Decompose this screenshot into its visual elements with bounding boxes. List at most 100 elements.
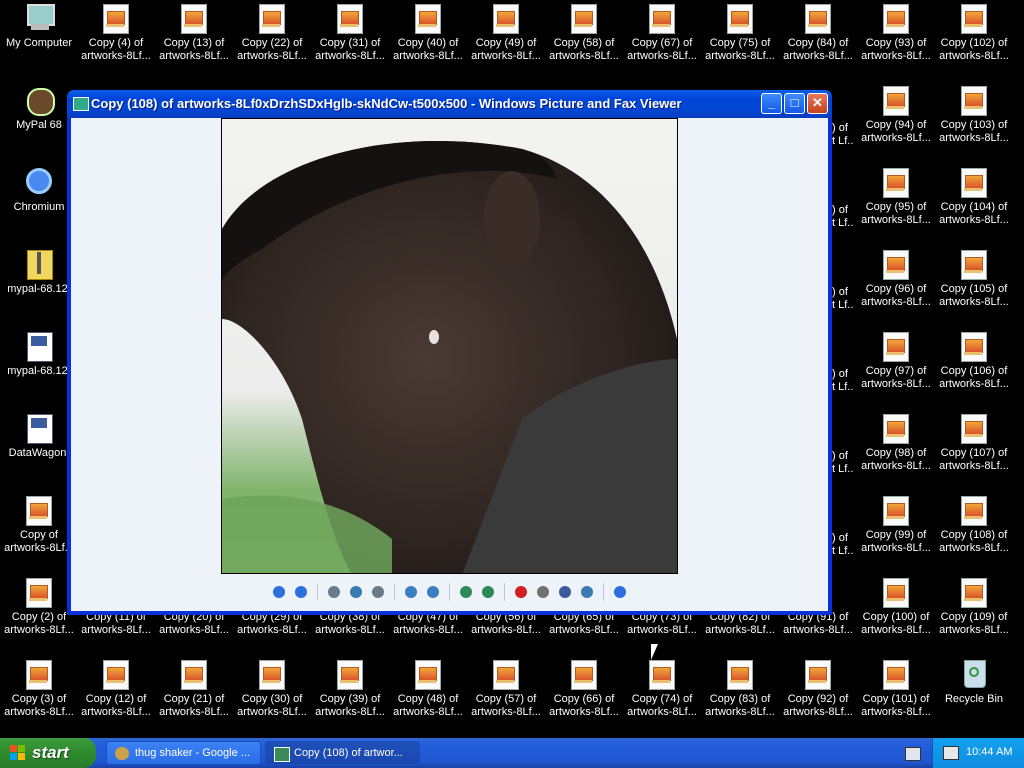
image-file-icon [334, 658, 366, 690]
network-icon[interactable] [943, 746, 959, 760]
desktop-icon-label: Copy (103) of [940, 119, 1008, 131]
displayed-photo [221, 118, 678, 574]
desktop-icon-copy-top-6[interactable]: Copy (58) of artworks-8Lf... [545, 2, 623, 80]
desktop-icon-copy-r1-3[interactable]: Copy (97) of artworks-8Lf... [857, 330, 935, 408]
desktop-icon-copy-top-9[interactable]: Copy (84) of artworks-8Lf... [779, 2, 857, 80]
partially-hidden-icon-label[interactable]: ) oft Lf... [832, 201, 854, 279]
desktop-icon-sublabel: artworks-8Lf... [783, 706, 853, 718]
desktop-icon-sublabel: artworks-8Lf... [705, 624, 775, 636]
desktop-icon-copy-b1-11[interactable]: Copy (109) of artworks-8Lf... [935, 576, 1013, 654]
desktop-icon-copy-r1-4[interactable]: Copy (98) of artworks-8Lf... [857, 412, 935, 490]
minimize-button[interactable]: _ [761, 93, 782, 114]
desktop-icon-copy-b2-9[interactable]: Copy (92) of artworks-8Lf... [779, 658, 857, 736]
title-bar[interactable]: Copy (108) of artworks-8Lf0xDrzhSDxHglb-… [67, 90, 832, 118]
image-file-icon [958, 330, 990, 362]
desktop-icon-recycle-bin[interactable]: Recycle Bin [935, 658, 1013, 736]
next-image-icon[interactable] [292, 583, 310, 601]
picture-viewer-window[interactable]: Copy (108) of artworks-8Lf0xDrzhSDxHglb-… [67, 90, 832, 615]
desktop-icon-copy-top-7[interactable]: Copy (67) of artworks-8Lf... [623, 2, 701, 80]
image-file-icon [880, 2, 912, 34]
desktop-icon-my-computer[interactable]: My Computer [0, 2, 78, 80]
desktop-icon-copy-r2-1[interactable]: Copy (104) of artworks-8Lf... [935, 166, 1013, 244]
save-icon[interactable] [556, 583, 574, 601]
desktop-icon-label: Copy (74) of [631, 693, 693, 705]
image-file-icon [958, 248, 990, 280]
desktop-icon-copy-top-11[interactable]: Copy (102) of artworks-8Lf... [935, 2, 1013, 80]
desktop-icon-copy-b2-3[interactable]: Copy (39) of artworks-8Lf... [311, 658, 389, 736]
image-file-icon [490, 2, 522, 34]
partially-hidden-icon-label[interactable]: ) oft Lf... [832, 529, 854, 607]
desktop-icon-copy-top-5[interactable]: Copy (49) of artworks-8Lf... [467, 2, 545, 80]
desktop-icon-label: Copy (106) of [940, 365, 1008, 377]
desktop-icon-sublabel: artworks-8Lf... [783, 624, 853, 636]
previous-image-icon[interactable] [270, 583, 288, 601]
delete-icon[interactable] [512, 583, 530, 601]
image-file-icon [490, 658, 522, 690]
partial-label: ) of [832, 286, 848, 298]
desktop-icon-copy-b2-8[interactable]: Copy (83) of artworks-8Lf... [701, 658, 779, 736]
desktop-icon-copy-r2-0[interactable]: Copy (103) of artworks-8Lf... [935, 84, 1013, 162]
desktop-icon-copy-b2-5[interactable]: Copy (57) of artworks-8Lf... [467, 658, 545, 736]
slideshow-icon[interactable] [369, 583, 387, 601]
desktop-icon-copy-r2-5[interactable]: Copy (108) of artworks-8Lf... [935, 494, 1013, 572]
desktop-icon-copy-b2-4[interactable]: Copy (48) of artworks-8Lf... [389, 658, 467, 736]
desktop-icon-copy-b2-2[interactable]: Copy (30) of artworks-8Lf... [233, 658, 311, 736]
clock[interactable]: 10:44 AM [966, 746, 1012, 758]
zoom-out-icon[interactable] [424, 583, 442, 601]
partially-hidden-icon-label[interactable]: ) oft Lf... [832, 283, 854, 361]
edit-icon[interactable] [578, 583, 596, 601]
help-icon[interactable] [611, 583, 629, 601]
desktop-icon-label: Copy (105) of [940, 283, 1008, 295]
rotate-counterclockwise-icon[interactable] [479, 583, 497, 601]
zoom-in-icon[interactable] [402, 583, 420, 601]
taskbar-item-picture-viewer[interactable]: Copy (108) of artwor... [265, 741, 420, 765]
desktop-icon-copy-top-4[interactable]: Copy (40) of artworks-8Lf... [389, 2, 467, 80]
start-button[interactable]: start [0, 738, 96, 768]
desktop-icon-copy-top-1[interactable]: Copy (13) of artworks-8Lf... [155, 2, 233, 80]
desktop-icon-sublabel: artworks-8Lf... [627, 624, 697, 636]
desktop-icon-copy-b2-0[interactable]: Copy (12) of artworks-8Lf... [77, 658, 155, 736]
partial-sublabel: t Lf... [832, 463, 854, 475]
desktop-icon-copy-top-8[interactable]: Copy (75) of artworks-8Lf... [701, 2, 779, 80]
best-fit-icon[interactable] [325, 583, 343, 601]
desktop-icon-copy-b2-10[interactable]: Copy (101) of artworks-8Lf... [857, 658, 935, 736]
desktop-icon-copy-top-3[interactable]: Copy (31) of artworks-8Lf... [311, 2, 389, 80]
partial-label: ) of [832, 450, 848, 462]
desktop-icon-copy-top-2[interactable]: Copy (22) of artworks-8Lf... [233, 2, 311, 80]
desktop-icon-copy-r2-2[interactable]: Copy (105) of artworks-8Lf... [935, 248, 1013, 326]
desktop-icon-copy-r1-0[interactable]: Copy (94) of artworks-8Lf... [857, 84, 935, 162]
actual-size-icon[interactable] [347, 583, 365, 601]
maximize-button[interactable]: □ [784, 93, 805, 114]
desktop-icon-copy-b2-7[interactable]: Copy (74) of artworks-8Lf... [623, 658, 701, 736]
desktop-icon-sublabel: artworks-8Lf... [705, 50, 775, 62]
desktop-icon-copy-b2-1[interactable]: Copy (21) of artworks-8Lf... [155, 658, 233, 736]
desktop-icon-label: Copy (104) of [940, 201, 1008, 213]
taskbar-item-chrome[interactable]: thug shaker - Google ... [106, 741, 261, 765]
close-button[interactable]: ✕ [807, 93, 828, 114]
desktop-icon-copy-b1-10[interactable]: Copy (100) of artworks-8Lf... [857, 576, 935, 654]
desktop-icon-copy-r1-1[interactable]: Copy (95) of artworks-8Lf... [857, 166, 935, 244]
desktop-icon-copy-3[interactable]: Copy (3) of artworks-8Lf... [0, 658, 78, 736]
image-file-icon [23, 494, 55, 526]
desktop-icon-sublabel: artworks-8Lf... [393, 50, 463, 62]
desktop-icon-copy-r1-2[interactable]: Copy (96) of artworks-8Lf... [857, 248, 935, 326]
desktop-icon-copy-r2-4[interactable]: Copy (107) of artworks-8Lf... [935, 412, 1013, 490]
desktop-icon-copy-b2-6[interactable]: Copy (66) of artworks-8Lf... [545, 658, 623, 736]
print-icon[interactable] [534, 583, 552, 601]
desktop-icon-copy-r2-3[interactable]: Copy (106) of artworks-8Lf... [935, 330, 1013, 408]
toolbar-separator [317, 583, 318, 601]
partial-sublabel: t Lf... [832, 217, 854, 229]
desktop-icon-copy-top-0[interactable]: Copy (4) of artworks-8Lf... [77, 2, 155, 80]
desktop-icon-sublabel: artworks-8Lf... [861, 460, 931, 472]
photo-content [222, 140, 677, 573]
partially-hidden-icon-label[interactable]: ) oft Lf... [832, 365, 854, 443]
rotate-clockwise-icon[interactable] [457, 583, 475, 601]
partially-hidden-icon-label[interactable]: ) oft Lf... [832, 447, 854, 525]
desktop-icon-copy-r1-5[interactable]: Copy (99) of artworks-8Lf... [857, 494, 935, 572]
partially-hidden-icon-label[interactable]: ) oft Lf... [832, 119, 854, 197]
desktop-icon-label: Copy (67) of [631, 37, 693, 49]
keyboard-icon[interactable] [905, 747, 921, 761]
desktop-icon-label: Copy (21) of [163, 693, 225, 705]
desktop-icon-label: Copy (100) of [862, 611, 930, 623]
desktop-icon-copy-top-10[interactable]: Copy (93) of artworks-8Lf... [857, 2, 935, 80]
